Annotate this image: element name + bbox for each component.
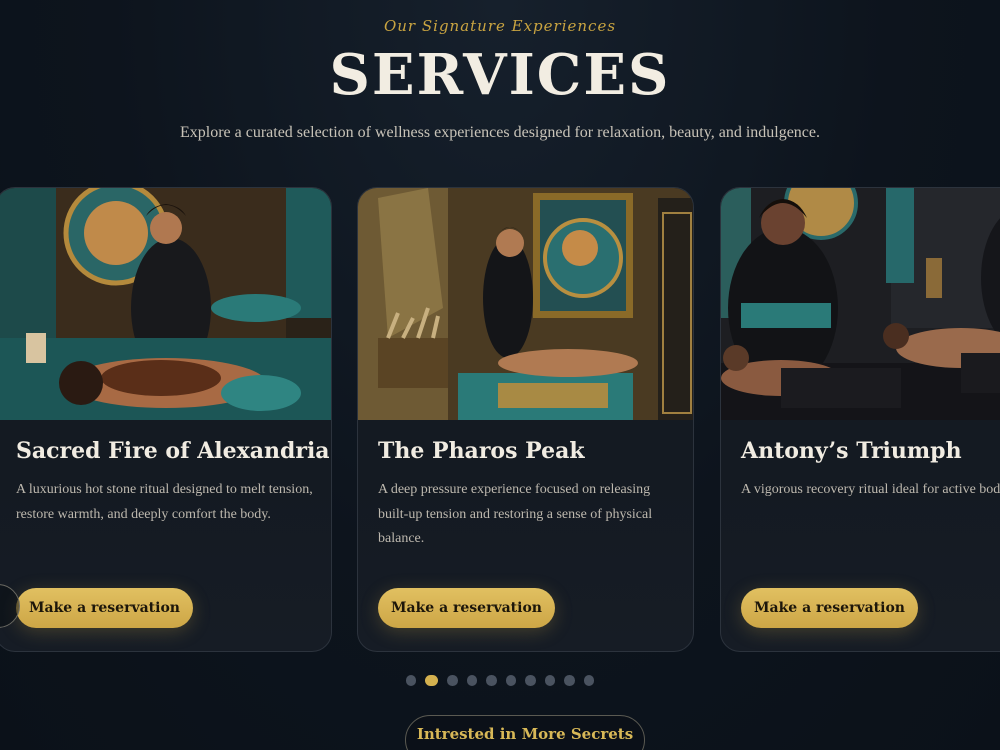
service-card: Sacred Fire of Alexandria A luxurious ho…: [0, 187, 332, 652]
carousel-dot[interactable]: [447, 675, 458, 686]
carousel-dot[interactable]: [544, 675, 556, 686]
page-title: SERVICES: [329, 42, 671, 108]
service-title: Antony’s Triumph: [741, 438, 962, 464]
service-card: The Pharos Peak A deep pressure experien…: [357, 187, 694, 652]
service-image-hot-stone: [0, 188, 331, 420]
section-subtitle: Explore a curated selection of wellness …: [179, 124, 821, 141]
more-secrets-button[interactable]: Intrested in More Secrets: [405, 715, 645, 750]
make-reservation-button[interactable]: Make a reservation: [378, 588, 555, 628]
section-eyebrow: Our Signature Experiences: [383, 17, 617, 35]
make-reservation-button[interactable]: Make a reservation: [741, 588, 918, 628]
service-title: The Pharos Peak: [378, 438, 585, 464]
carousel-dot[interactable]: [425, 675, 439, 686]
carousel-dot[interactable]: [564, 675, 575, 686]
service-description: A deep pressure experience focused on re…: [378, 482, 653, 546]
carousel-pagination: [0, 675, 1000, 686]
carousel-dot[interactable]: [525, 675, 536, 686]
services-carousel: Sacred Fire of Alexandria A luxurious ho…: [0, 187, 1000, 652]
service-description: A luxurious hot stone ritual designed to…: [16, 482, 313, 522]
carousel-dot[interactable]: [405, 675, 417, 686]
service-image-deep-pressure: [358, 188, 693, 420]
service-title: Sacred Fire of Alexandria: [16, 438, 330, 464]
service-image-recovery: [721, 188, 1000, 420]
carousel-dot[interactable]: [505, 675, 517, 686]
service-description: A vigorous recovery ritual ideal for act…: [741, 482, 1000, 497]
carousel-dot[interactable]: [583, 675, 595, 686]
carousel-dot[interactable]: [486, 675, 497, 686]
carousel-dot[interactable]: [466, 675, 478, 686]
make-reservation-button[interactable]: Make a reservation: [16, 588, 193, 628]
service-card: Antony’s Triumph A vigorous recovery rit…: [720, 187, 1000, 652]
